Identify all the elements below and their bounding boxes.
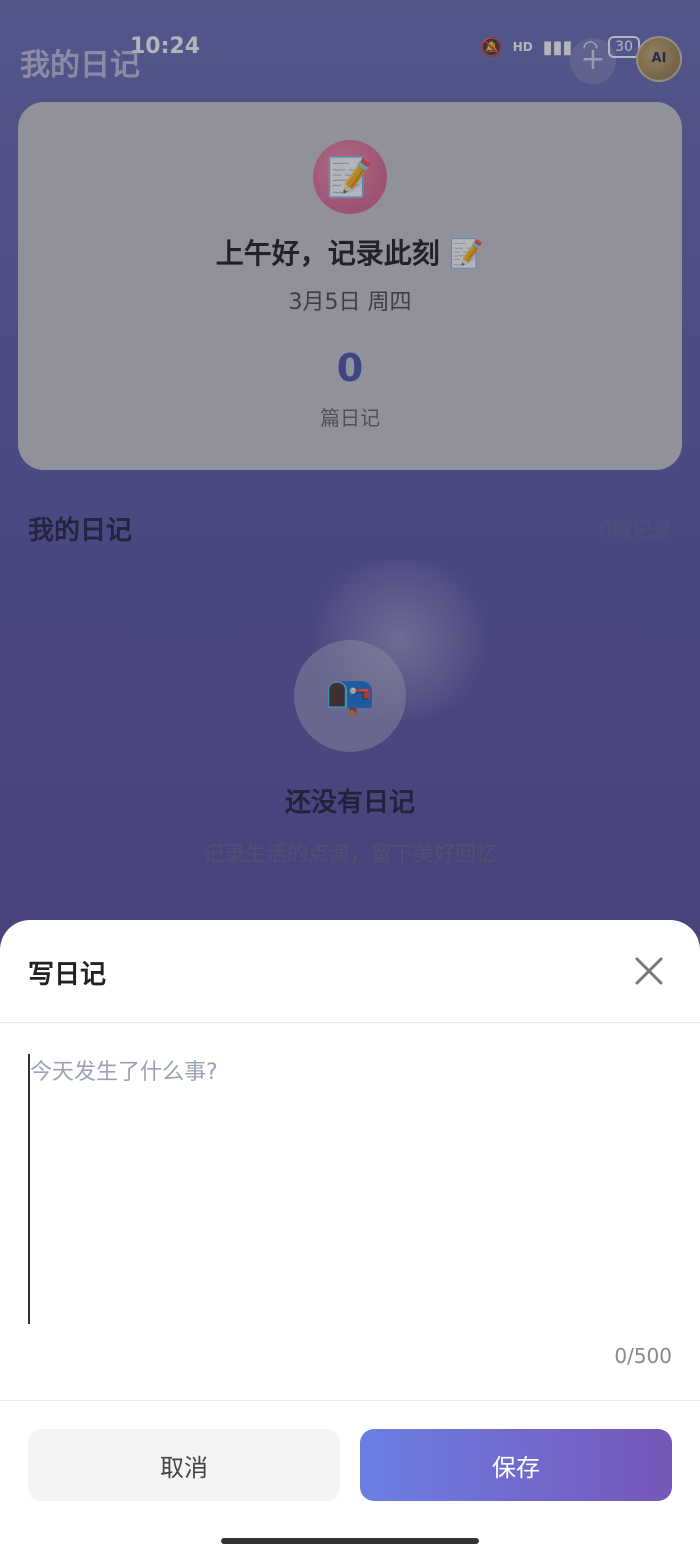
- save-button[interactable]: 保存: [360, 1429, 672, 1501]
- write-diary-sheet: 写日记 0/500 取消 保存: [0, 920, 700, 1555]
- home-indicator[interactable]: [221, 1538, 479, 1544]
- divider: [0, 1022, 700, 1023]
- close-icon: [635, 957, 663, 985]
- cancel-button[interactable]: 取消: [28, 1429, 340, 1501]
- char-counter: 0/500: [614, 1344, 672, 1368]
- diary-content-input[interactable]: [28, 1054, 672, 1324]
- close-button[interactable]: [628, 950, 670, 992]
- divider: [0, 1400, 700, 1401]
- sheet-title: 写日记: [28, 960, 107, 990]
